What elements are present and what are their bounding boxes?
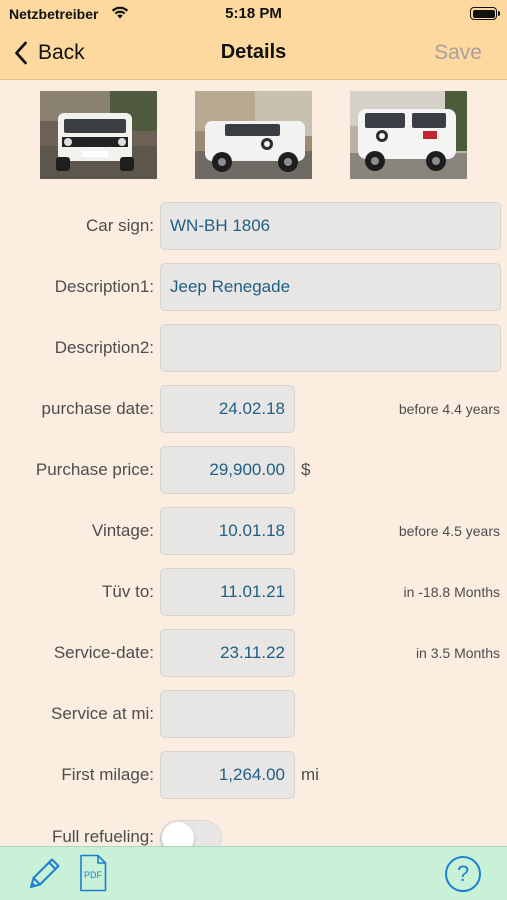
vintage-note: before 4.5 years	[398, 523, 500, 539]
service-date-field[interactable]: 23.11.22	[160, 629, 295, 677]
first-milage-field[interactable]: 1,264.00	[160, 751, 295, 799]
status-time: 5:18 PM	[225, 5, 282, 22]
battery-icon	[470, 7, 500, 20]
tuv-note: in -18.8 Months	[403, 584, 501, 600]
purchase-date-note: before 4.4 years	[398, 401, 500, 417]
first-milage-row: First milage: 1,264.00 mi	[0, 751, 507, 801]
purchase-price-row: Purchase price: 29,900.00 $	[0, 446, 507, 496]
tuv-field[interactable]: 11.01.21	[160, 568, 295, 616]
vintage-row: Vintage: 10.01.18 before 4.5 years	[0, 507, 507, 557]
full-refueling-label: Full refueling:	[51, 827, 154, 846]
purchase-date-label: purchase date:	[41, 399, 154, 418]
service-at-mi-row: Service at mi:	[0, 690, 507, 740]
description1-field[interactable]: Jeep Renegade	[160, 263, 501, 311]
navigation-bar: Back Details Save	[0, 28, 507, 80]
service-at-mi-field[interactable]	[160, 690, 295, 738]
currency-unit: $	[301, 460, 311, 479]
description2-row: Description2:	[0, 324, 507, 374]
car-photo-1[interactable]	[40, 91, 157, 179]
purchase-date-field[interactable]: 24.02.18	[160, 385, 295, 433]
purchase-price-field[interactable]: 29,900.00	[160, 446, 295, 494]
tuv-row: Tüv to: 11.01.21 in -18.8 Months	[0, 568, 507, 618]
first-milage-label: First milage:	[61, 765, 154, 784]
tuv-label: Tüv to:	[102, 582, 154, 601]
description2-label: Description2:	[54, 338, 154, 357]
car-photo-2[interactable]	[195, 91, 312, 179]
service-date-note: in 3.5 Months	[415, 645, 500, 661]
pencil-icon[interactable]	[24, 854, 64, 899]
vintage-field[interactable]: 10.01.18	[160, 507, 295, 555]
car-sign-label: Car sign:	[85, 216, 154, 235]
purchase-price-label: Purchase price:	[35, 460, 154, 479]
service-date-row: Service-date: 23.11.22 in 3.5 Months	[0, 629, 507, 679]
description2-field[interactable]	[160, 324, 501, 372]
car-sign-row: Car sign: WN-BH 1806	[0, 202, 507, 252]
photo-strip	[0, 91, 507, 179]
car-sign-field[interactable]: WN-BH 1806	[160, 202, 501, 250]
help-label: ?	[456, 861, 470, 886]
back-button[interactable]: Back	[14, 38, 85, 68]
description1-label: Description1:	[54, 277, 154, 296]
help-icon[interactable]: ?	[445, 856, 481, 892]
purchase-date-row: purchase date: 24.02.18 before 4.4 years	[0, 385, 507, 435]
description1-row: Description1: Jeep Renegade	[0, 263, 507, 313]
service-at-mi-label: Service at mi:	[51, 704, 154, 723]
vintage-label: Vintage:	[91, 521, 154, 540]
back-label: Back	[38, 41, 85, 64]
milage-unit: mi	[301, 765, 319, 784]
service-date-label: Service-date:	[53, 643, 154, 662]
car-photo-3[interactable]	[350, 91, 467, 179]
save-button[interactable]: Save	[434, 41, 482, 65]
status-bar: Netzbetreiber 5:18 PM	[0, 0, 507, 28]
pdf-icon[interactable]: PDF	[79, 854, 107, 892]
chevron-left-icon	[15, 41, 27, 65]
pdf-label: PDF	[84, 870, 102, 880]
bottom-toolbar: PDF ?	[0, 846, 507, 900]
